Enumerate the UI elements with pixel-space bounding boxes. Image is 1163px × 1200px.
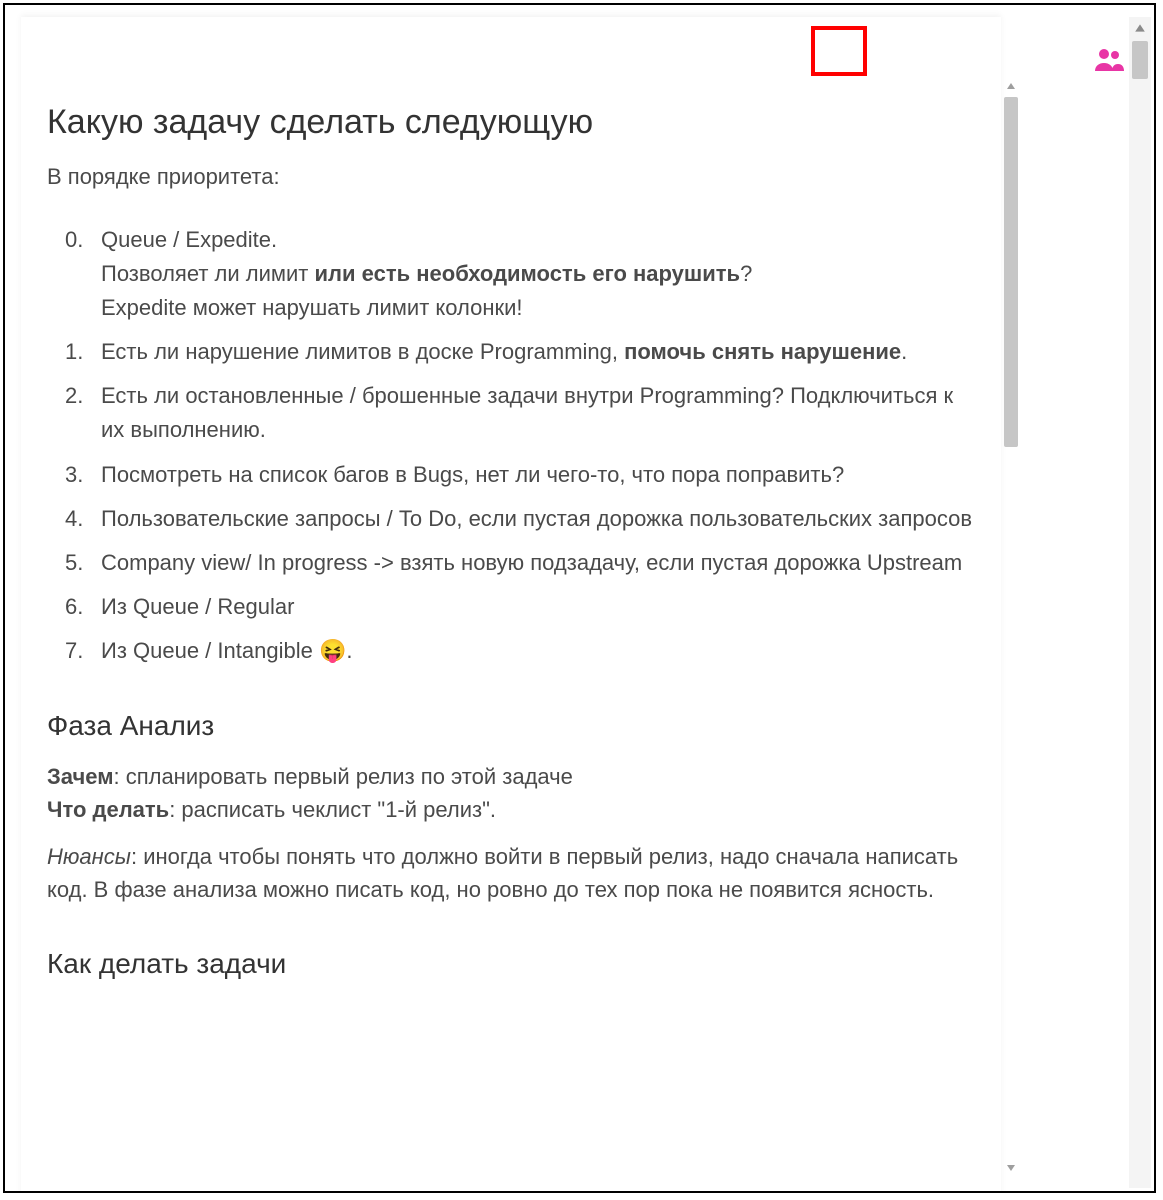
list-item-number: 1. <box>65 335 83 369</box>
list-item-number: 6. <box>65 590 83 624</box>
text-nuances: : иногда чтобы понять что должно войти в… <box>47 844 958 902</box>
priority-ordered-list: 0. Queue / Expedite.Позволяет ли лимит ил… <box>47 223 975 668</box>
list-item: 1.Есть ли нарушение лимитов в доске Prog… <box>101 335 975 369</box>
list-item: 3.Посмотреть на список багов в Bugs, нет… <box>101 458 975 492</box>
list-item-text: Пользовательские запросы / To Do, если п… <box>101 506 972 531</box>
paragraph-why-what: Зачем: спланировать первый релиз по этой… <box>47 760 975 826</box>
triangle-down-icon <box>1006 1163 1016 1173</box>
label-what-to-do: Что делать <box>47 797 169 822</box>
window-scrollbar[interactable] <box>1129 17 1151 1188</box>
intro-priority: В порядке приоритета: <box>47 160 975 193</box>
list-item-text: Посмотреть на список багов в Bugs, нет л… <box>101 462 844 487</box>
list-item-number: 0. <box>65 223 83 257</box>
panel-scroll-down-button[interactable] <box>1002 1159 1020 1177</box>
card-description-content: Какую задачу сделать следующую В порядке… <box>21 73 1001 1191</box>
people-icon <box>1094 47 1124 71</box>
list-item-text: Из Queue / Intangible 😝. <box>101 638 352 663</box>
list-item-text: Есть ли остановленные / брошенные задачи… <box>101 383 953 442</box>
list-item: 2.Есть ли остановленные / брошенные зада… <box>101 379 975 447</box>
label-why: Зачем <box>47 764 113 789</box>
list-item: 0.Queue / Expedite.Позволяет ли лимит ил… <box>101 223 975 325</box>
list-item: 4.Пользовательские запросы / To Do, если… <box>101 502 975 536</box>
list-item: 5.Company view/ In progress -> взять нов… <box>101 546 975 580</box>
list-item-text: Из Queue / Regular <box>101 594 294 619</box>
panel-scrollbar[interactable] <box>1002 77 1020 1177</box>
list-item-number: 5. <box>65 546 83 580</box>
list-item-number: 3. <box>65 458 83 492</box>
heading-how-to-do-tasks: Как делать задачи <box>47 948 975 980</box>
list-item-text: Queue / Expedite.Позволяет ли лимит или … <box>101 227 752 320</box>
paragraph-nuances: Нюансы: иногда чтобы понять что должно в… <box>47 840 975 906</box>
label-nuances: Нюансы <box>47 844 131 869</box>
triangle-up-icon <box>1134 22 1146 34</box>
list-item-number: 7. <box>65 634 83 668</box>
list-item-text: Company view/ In progress -> взять новую… <box>101 550 962 575</box>
window-frame: Какую задачу сделать следующую В порядке… <box>3 3 1156 1193</box>
text-what-to-do: : расписать чеклист "1-й релиз". <box>169 797 496 822</box>
window-scroll-up-button[interactable] <box>1129 17 1151 39</box>
panel-scroll-thumb[interactable] <box>1004 97 1018 447</box>
list-item-number: 2. <box>65 379 83 413</box>
window-scroll-thumb[interactable] <box>1132 41 1148 79</box>
heading-which-task-next: Какую задачу сделать следующую <box>47 103 975 142</box>
triangle-up-icon <box>1006 81 1016 91</box>
list-item-text: Есть ли нарушение лимитов в доске Progra… <box>101 339 907 364</box>
text-why: : спланировать первый релиз по этой зада… <box>113 764 572 789</box>
members-button[interactable] <box>1094 47 1124 71</box>
list-item: 7.Из Queue / Intangible 😝. <box>101 634 975 668</box>
heading-phase-analysis: Фаза Анализ <box>47 710 975 742</box>
panel-scroll-up-button[interactable] <box>1002 77 1020 95</box>
list-item: 6.Из Queue / Regular <box>101 590 975 624</box>
list-item-number: 4. <box>65 502 83 536</box>
